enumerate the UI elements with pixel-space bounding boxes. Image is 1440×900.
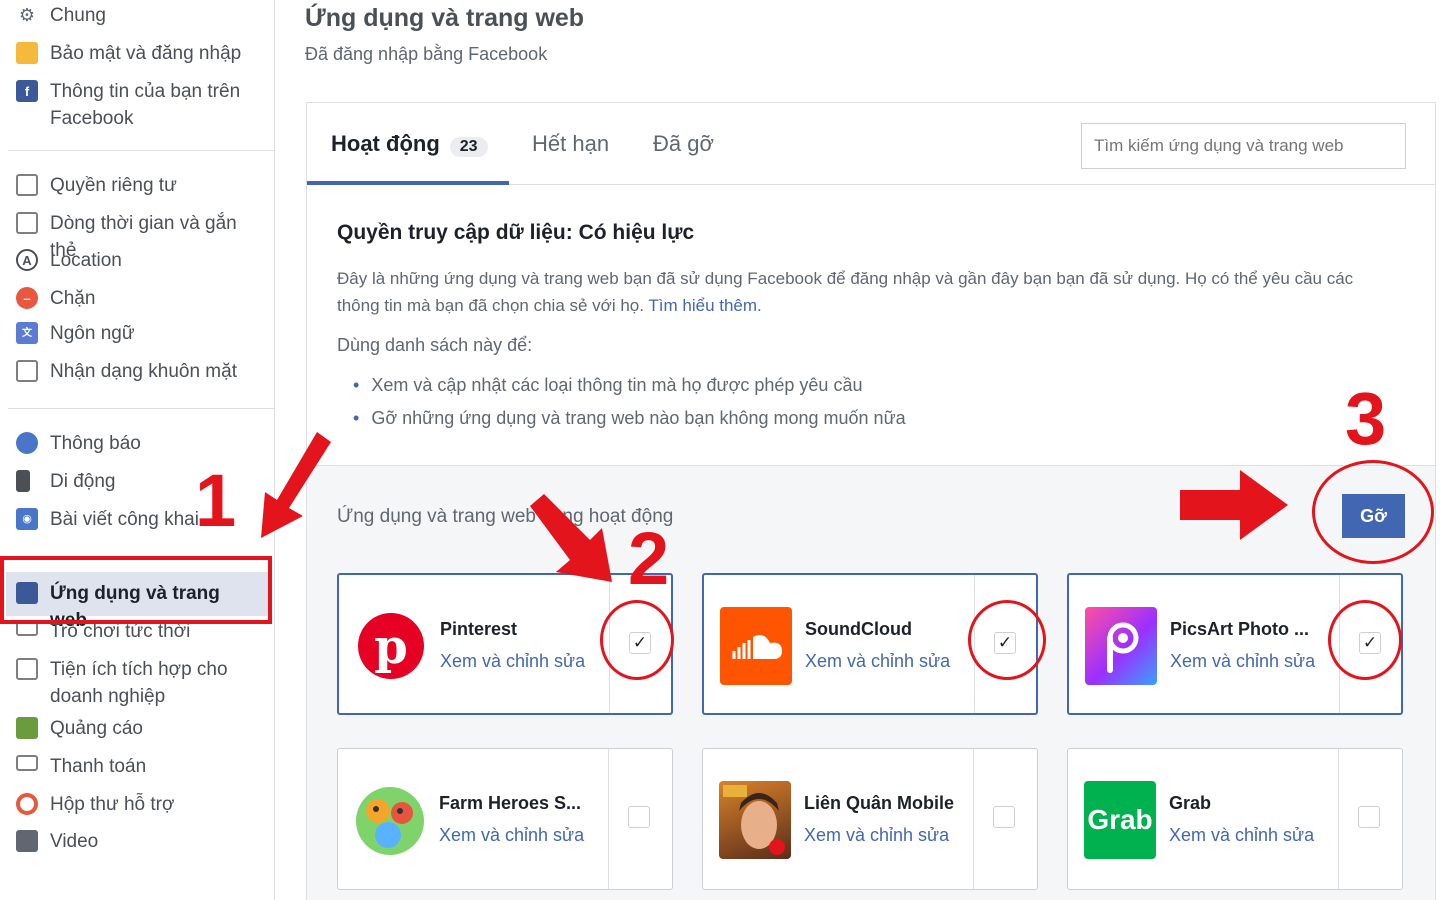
gear-icon: ⚙ bbox=[18, 4, 36, 25]
globe-icon bbox=[16, 432, 38, 454]
lock-icon bbox=[16, 42, 38, 64]
view-edit-link[interactable]: Xem và chỉnh sửa bbox=[804, 825, 949, 846]
farm-heroes-icon bbox=[354, 781, 426, 859]
annotation-step-1: 1 bbox=[195, 459, 237, 542]
face-recognition-icon bbox=[16, 360, 38, 382]
grab-icon: Grab bbox=[1084, 781, 1156, 859]
soundcloud-icon bbox=[720, 607, 792, 685]
lien-quan-icon bbox=[719, 781, 791, 859]
page-title: Ứng dụng và trang web bbox=[305, 4, 585, 32]
sidebar-item-ads[interactable]: Quảng cáo bbox=[16, 715, 250, 742]
list-item: • Xem và cập nhật các loại thông tin mà h… bbox=[353, 375, 863, 395]
sidebar-item-language[interactable]: 文 Ngôn ngữ bbox=[16, 320, 250, 347]
grab-logo-text: Grab bbox=[1087, 804, 1153, 835]
view-edit-link[interactable]: Xem và chỉnh sửa bbox=[1169, 825, 1314, 846]
payment-icon bbox=[16, 755, 38, 771]
count-badge: 23 bbox=[449, 137, 488, 157]
annotation-circle-remove bbox=[1312, 460, 1434, 564]
sidebar-item-security[interactable]: Bảo mật và đăng nhập bbox=[16, 40, 250, 67]
card-divider bbox=[608, 749, 609, 889]
app-checkbox[interactable] bbox=[1358, 806, 1380, 828]
support-icon bbox=[16, 793, 38, 815]
use-list-title: Dùng danh sách này để: bbox=[337, 335, 533, 355]
pinterest-icon: p bbox=[355, 607, 427, 685]
sidebar-item-business-integrations[interactable]: Tiện ích tích hợp cho doanh nghiệp bbox=[16, 656, 250, 710]
sidebar-divider bbox=[8, 408, 274, 409]
sidebar-item-video[interactable]: Video bbox=[16, 828, 250, 855]
sidebar-item-payments[interactable]: Thanh toán bbox=[16, 753, 250, 780]
app-name: Grab bbox=[1169, 793, 1212, 813]
app-name: Liên Quân Mobile bbox=[804, 793, 955, 813]
privacy-lock-icon bbox=[16, 174, 38, 196]
tab-active[interactable]: Hoạt động 23 bbox=[331, 131, 488, 157]
active-tab-indicator bbox=[307, 181, 509, 185]
app-name: Pinterest bbox=[440, 619, 518, 639]
sidebar-item-block[interactable]: – Chặn bbox=[16, 285, 250, 312]
rss-icon: ◉ bbox=[16, 508, 38, 530]
card-divider bbox=[973, 749, 974, 889]
access-description: Đây là những ứng dụng và trang web bạn đ… bbox=[337, 269, 1354, 315]
view-edit-link[interactable]: Xem và chỉnh sửa bbox=[805, 651, 950, 672]
annotation-highlight-box bbox=[0, 556, 272, 624]
sidebar-divider bbox=[8, 150, 274, 151]
search-input[interactable] bbox=[1081, 123, 1406, 169]
app-card-lien-quan[interactable]: Liên Quân Mobile Xem và chỉnh sửa bbox=[702, 748, 1038, 890]
annotation-arrow-3-icon bbox=[1180, 470, 1288, 540]
sidebar-item-notifications[interactable]: Thông báo bbox=[16, 430, 250, 457]
sidebar-item-location[interactable]: A Location bbox=[16, 247, 250, 274]
block-icon: – bbox=[16, 287, 38, 309]
settings-sidebar: ⚙ Chung Bảo mật và đăng nhập f Thông tin… bbox=[0, 0, 275, 900]
access-title: Quyền truy cập dữ liệu: Có hiệu lực bbox=[337, 221, 695, 244]
tab-removed[interactable]: Đã gỡ bbox=[653, 131, 714, 157]
apps-section-label: Ứng dụng và trang web đang hoạt động bbox=[337, 506, 674, 527]
sidebar-item-privacy[interactable]: Quyền riêng tư bbox=[16, 172, 250, 199]
view-edit-link[interactable]: Xem và chỉnh sửa bbox=[440, 651, 585, 672]
card-divider bbox=[1338, 749, 1339, 889]
annotation-circle-checkbox bbox=[1328, 600, 1402, 680]
facebook-icon: f bbox=[16, 80, 38, 102]
view-edit-link[interactable]: Xem và chỉnh sửa bbox=[1170, 651, 1315, 672]
svg-text:p: p bbox=[374, 619, 408, 675]
learn-more-link[interactable]: Tìm hiểu thêm. bbox=[648, 296, 761, 315]
annotation-step-2: 2 bbox=[628, 517, 670, 600]
sidebar-item-face-recognition[interactable]: Nhận dạng khuôn mặt bbox=[16, 358, 250, 385]
business-integration-icon bbox=[16, 658, 38, 680]
sidebar-item-general[interactable]: ⚙ Chung bbox=[16, 2, 250, 29]
mobile-icon bbox=[16, 470, 30, 492]
app-name: Farm Heroes S... bbox=[439, 793, 582, 813]
annotation-arrow-2-icon bbox=[530, 494, 612, 582]
annotation-circle-checkbox bbox=[968, 600, 1046, 680]
list-item: • Gỡ những ứng dụng và trang web nào bạn … bbox=[353, 408, 906, 428]
language-icon: 文 bbox=[16, 322, 38, 344]
app-checkbox[interactable] bbox=[993, 806, 1015, 828]
timeline-icon bbox=[16, 212, 38, 234]
app-name: SoundCloud bbox=[805, 619, 912, 639]
location-icon: A bbox=[16, 249, 38, 271]
picsart-icon bbox=[1085, 607, 1157, 685]
video-icon bbox=[16, 830, 38, 852]
tab-expired[interactable]: Hết hạn bbox=[532, 131, 609, 157]
annotation-arrow-1-icon bbox=[261, 432, 331, 538]
app-card-farm-heroes[interactable]: Farm Heroes S... Xem và chỉnh sửa bbox=[337, 748, 673, 890]
ads-icon bbox=[16, 717, 38, 739]
annotation-step-3: 3 bbox=[1345, 377, 1387, 460]
app-name: PicsArt Photo ... bbox=[1170, 619, 1310, 639]
page-subtitle: Đã đăng nhập bằng Facebook bbox=[305, 44, 548, 64]
annotation-circle-checkbox bbox=[600, 600, 674, 680]
tab-bar: Hoạt động 23 Hết hạn Đã gỡ bbox=[307, 103, 1435, 185]
app-checkbox[interactable] bbox=[628, 806, 650, 828]
sidebar-item-your-info[interactable]: f Thông tin của bạn trên Facebook bbox=[16, 78, 250, 132]
app-card-grab[interactable]: Grab Grab Xem và chỉnh sửa bbox=[1067, 748, 1403, 890]
sidebar-item-support-inbox[interactable]: Hộp thư hỗ trợ bbox=[16, 791, 250, 818]
view-edit-link[interactable]: Xem và chỉnh sửa bbox=[439, 825, 584, 846]
